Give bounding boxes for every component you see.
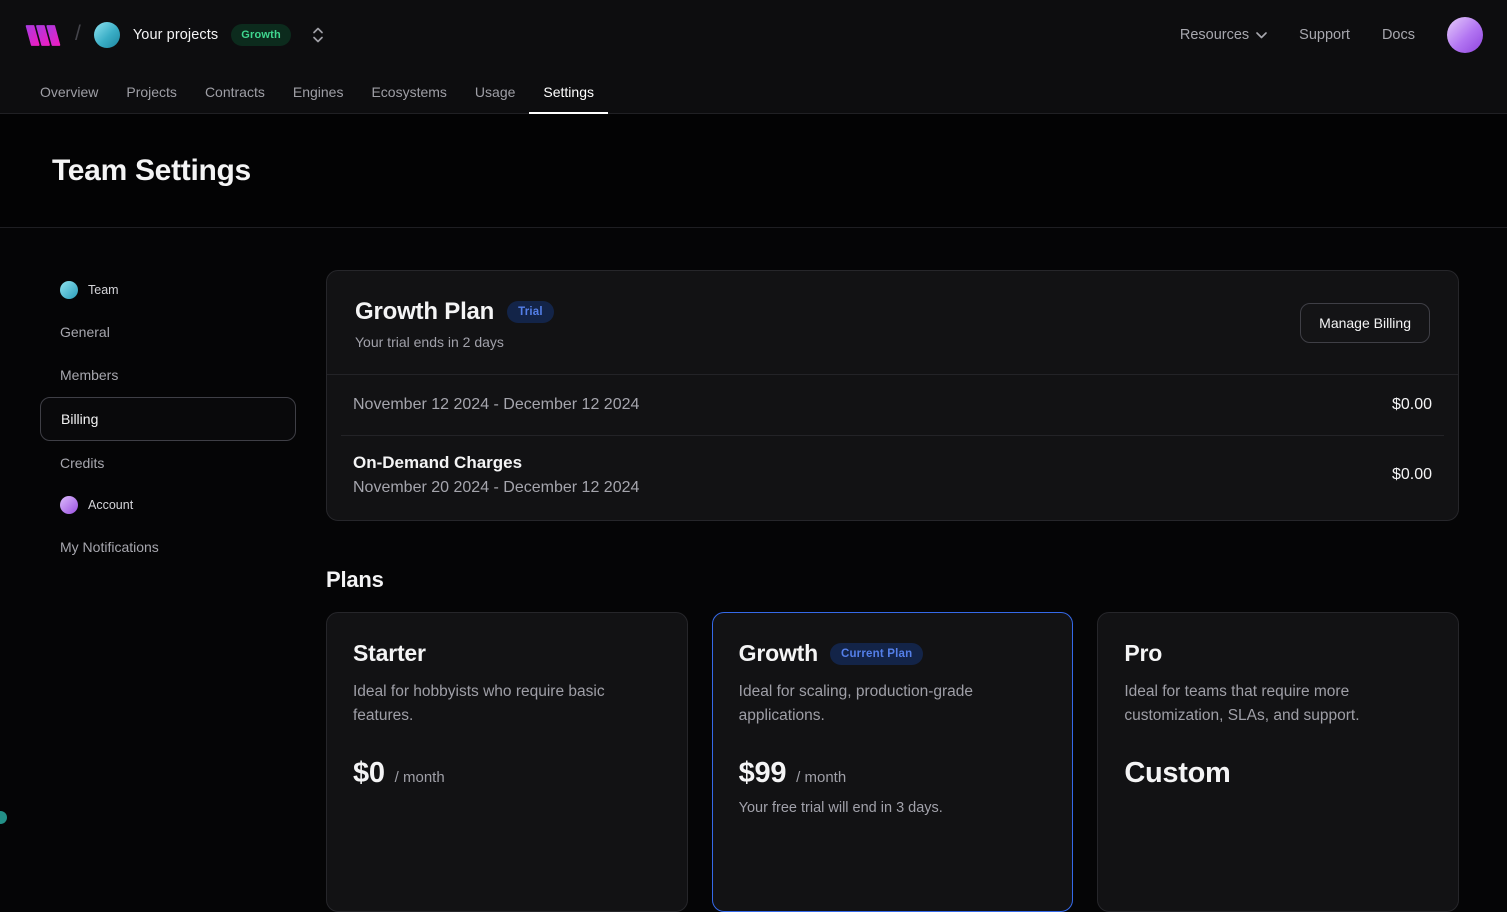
on-demand-charges-row: On-Demand Charges November 20 2024 - Dec…: [327, 436, 1458, 520]
sidebar-section-team-label: Team: [88, 283, 119, 297]
docs-link[interactable]: Docs: [1382, 27, 1415, 43]
top-bar: / Your projects Growth Resources Support…: [0, 0, 1507, 70]
team-name[interactable]: Your projects: [133, 27, 218, 43]
billing-summary-card: Growth Plan Trial Your trial ends in 2 d…: [326, 270, 1459, 521]
pro-plan-name: Pro: [1124, 640, 1162, 667]
chevron-down-icon: [1256, 32, 1267, 39]
settings-sidebar: Team General Members Billing Credits Acc…: [40, 270, 296, 912]
plan-card-pro: Pro Ideal for teams that require more cu…: [1097, 612, 1459, 912]
growth-plan-trial-note: Your free trial will end in 3 days.: [739, 800, 1047, 816]
sidebar-section-account-label: Account: [88, 498, 133, 512]
manage-billing-button[interactable]: Manage Billing: [1300, 303, 1430, 343]
trial-ends-text: Your trial ends in 2 days: [355, 334, 554, 350]
resources-label: Resources: [1180, 27, 1249, 43]
account-dot-avatar: [60, 496, 78, 514]
current-plan-badge: Current Plan: [830, 643, 923, 665]
billing-card-header: Growth Plan Trial Your trial ends in 2 d…: [327, 271, 1458, 375]
trial-badge: Trial: [507, 301, 554, 323]
tab-engines[interactable]: Engines: [279, 70, 358, 113]
plan-card-starter: Starter Ideal for hobbyists who require …: [326, 612, 688, 912]
pro-plan-price: Custom: [1124, 757, 1230, 790]
sidebar-item-general[interactable]: General: [40, 311, 296, 353]
tab-projects[interactable]: Projects: [112, 70, 191, 113]
plan-grid: Starter Ideal for hobbyists who require …: [326, 612, 1459, 912]
team-dot-avatar: [60, 281, 78, 299]
team-avatar[interactable]: [94, 22, 120, 48]
starter-plan-period: / month: [395, 769, 445, 786]
billing-period-amount: $0.00: [1392, 396, 1432, 414]
sidebar-item-members[interactable]: Members: [40, 354, 296, 396]
brand-logo-icon[interactable]: [24, 22, 62, 49]
tab-ecosystems[interactable]: Ecosystems: [357, 70, 460, 113]
growth-plan-name: Growth: [739, 640, 818, 667]
starter-plan-name: Starter: [353, 640, 426, 667]
current-plan-title: Growth Plan: [355, 298, 494, 326]
content-area: Team General Members Billing Credits Acc…: [0, 228, 1507, 912]
sidebar-item-my-notifications[interactable]: My Notifications: [40, 526, 296, 568]
tab-usage[interactable]: Usage: [461, 70, 529, 113]
tab-contracts[interactable]: Contracts: [191, 70, 279, 113]
pro-plan-description: Ideal for teams that require more custom…: [1124, 680, 1432, 728]
sidebar-section-team: Team: [40, 270, 296, 310]
on-demand-title: On-Demand Charges: [353, 453, 639, 473]
growth-plan-price: $99: [739, 757, 787, 790]
tab-overview[interactable]: Overview: [26, 70, 112, 113]
primary-tab-bar: Overview Projects Contracts Engines Ecos…: [0, 70, 1507, 114]
breadcrumb-separator: /: [75, 22, 81, 46]
starter-plan-description: Ideal for hobbyists who require basic fe…: [353, 680, 661, 728]
plans-heading: Plans: [326, 567, 1459, 593]
growth-plan-period: / month: [796, 769, 846, 786]
on-demand-dates: November 20 2024 - December 12 2024: [353, 479, 639, 497]
sidebar-item-credits[interactable]: Credits: [40, 442, 296, 484]
team-switcher-unfold-icon[interactable]: [310, 26, 326, 44]
billing-period-dates: November 12 2024 - December 12 2024: [353, 396, 639, 414]
tab-settings[interactable]: Settings: [529, 70, 608, 113]
page-header: Team Settings: [0, 114, 1507, 228]
resources-menu[interactable]: Resources: [1180, 27, 1267, 43]
growth-plan-description: Ideal for scaling, production-grade appl…: [739, 680, 1047, 728]
plan-card-growth: Growth Current Plan Ideal for scaling, p…: [712, 612, 1074, 912]
page-title: Team Settings: [52, 154, 251, 188]
billing-period-row: November 12 2024 - December 12 2024 $0.0…: [327, 375, 1458, 435]
support-link[interactable]: Support: [1299, 27, 1350, 43]
starter-plan-price: $0: [353, 757, 385, 790]
main-panel: Growth Plan Trial Your trial ends in 2 d…: [326, 270, 1459, 912]
sidebar-item-billing[interactable]: Billing: [40, 397, 296, 441]
on-demand-amount: $0.00: [1392, 466, 1432, 484]
user-avatar[interactable]: [1447, 17, 1483, 53]
sidebar-section-account: Account: [40, 485, 296, 525]
team-plan-badge: Growth: [231, 24, 291, 46]
